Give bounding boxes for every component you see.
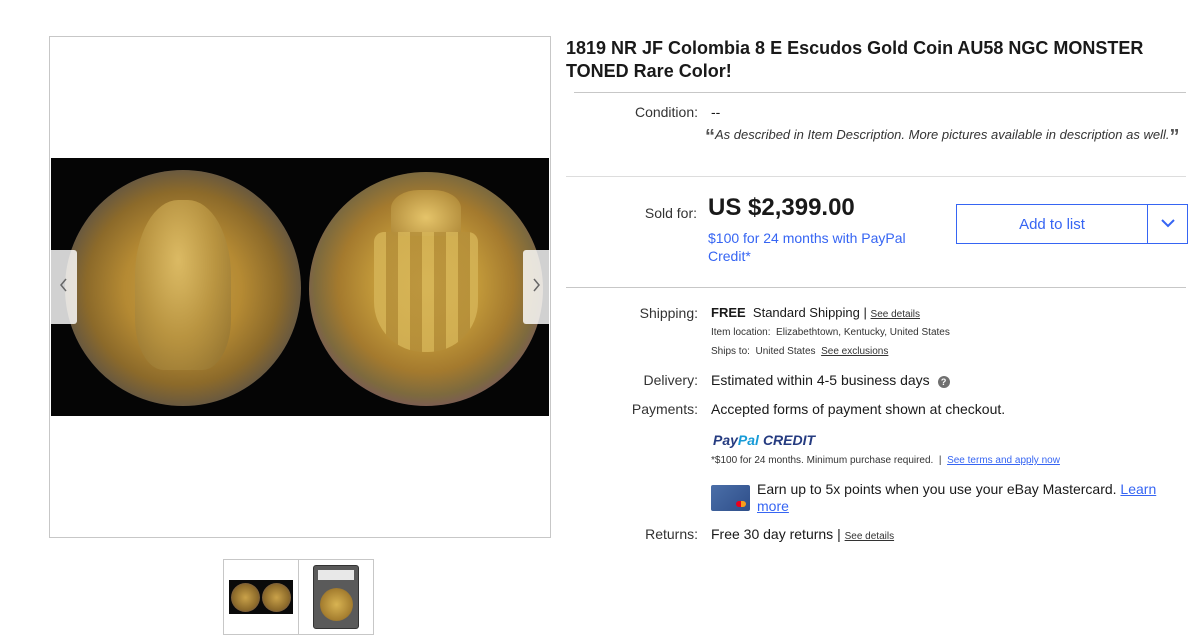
thumbnail-image [229,580,293,614]
shipping-method: Standard Shipping [752,305,860,320]
mastercard-promo: Earn up to 5x points when you use your e… [757,481,1177,515]
help-icon[interactable]: ? [937,376,950,388]
chevron-down-icon [1160,215,1175,233]
paypal-terms: *$100 for 24 months. Minimum purchase re… [711,455,1060,466]
paypal-logo-pal: Pal [737,432,759,448]
coin-shield [374,232,478,352]
divider [566,176,1186,177]
returns-value: Free 30 day returns [711,526,834,542]
ngc-slab-thumbnail[interactable] [298,559,374,635]
separator: | [938,455,942,466]
gallery-next-button[interactable] [523,250,549,324]
separator: | [863,305,867,320]
ships-to-value: United States [755,346,816,357]
returns-label: Returns: [645,526,698,542]
mini-coin-reverse [262,583,291,612]
shipping-see-details-link[interactable]: See details [871,309,920,320]
shipping-info: FREE Standard Shipping | See details [711,305,920,320]
sold-price: US $2,399.00 [708,194,855,221]
coin-reverse-image [309,172,543,406]
divider [574,92,1186,93]
payments-info: Accepted forms of payment shown at check… [711,401,1006,417]
main-coin-image[interactable] [51,158,549,416]
ebay-mastercard-icon [711,485,750,511]
returns-info: Free 30 day returns | See details [711,526,894,542]
item-location-value: Elizabethtown, Kentucky, United States [776,327,950,338]
slab-coin [320,588,353,621]
open-quote: “ [705,126,715,148]
see-exclusions-link[interactable]: See exclusions [821,346,888,357]
item-location-label: Item location: [711,327,771,338]
returns-see-details-link[interactable]: See details [845,531,894,542]
mastercard-promo-text: Earn up to 5x points when you use your e… [757,481,1117,497]
item-location: Item location: Elizabethtown, Kentucky, … [711,327,950,338]
see-terms-link[interactable]: See terms and apply now [947,455,1060,466]
chevron-right-icon [531,278,541,297]
sold-for-label: Sold for: [644,205,697,221]
coin-bust-portrait [135,200,231,370]
gallery-prev-button[interactable] [51,250,77,324]
add-to-list-button[interactable]: Add to list [956,204,1148,244]
close-quote: ” [1169,126,1180,148]
paypal-logo-pay: Pay [713,432,738,448]
paypal-logo-credit: CREDIT [762,432,816,448]
mini-coin-obverse [231,583,260,612]
condition-description: “As described in Item Description. More … [705,124,1190,148]
chevron-left-icon [59,278,69,297]
divider [566,287,1186,288]
delivery-label: Delivery: [643,372,698,388]
coin-obverse-image [65,170,301,406]
condition-value: -- [711,104,721,120]
coin-obverse-reverse-thumbnail[interactable] [223,559,299,635]
delivery-info: Estimated within 4-5 business days ? [711,372,950,388]
paypal-credit-logo: PayPal CREDIT [713,432,815,448]
payments-label: Payments: [631,401,698,417]
paypal-terms-text: *$100 for 24 months. Minimum purchase re… [711,455,934,466]
ships-to-label: Ships to: [711,346,750,357]
delivery-estimate: Estimated within 4-5 business days [711,372,930,388]
ships-to: Ships to: United States See exclusions [711,346,888,357]
main-image-frame[interactable] [49,36,551,538]
ngc-slab-image [313,565,359,629]
listing-title: 1819 NR JF Colombia 8 E Escudos Gold Coi… [566,38,1144,81]
separator: | [837,526,841,542]
add-to-list-dropdown-button[interactable] [1147,204,1188,244]
condition-label: Condition: [634,104,698,120]
condition-description-text: As described in Item Description. More p… [715,127,1170,142]
shipping-free: FREE [711,305,746,320]
paypal-credit-offer-link[interactable]: $100 for 24 months with PayPal Credit* [708,229,938,265]
shipping-label: Shipping: [639,305,698,321]
coin-crown [391,190,461,236]
slab-label [318,570,354,580]
